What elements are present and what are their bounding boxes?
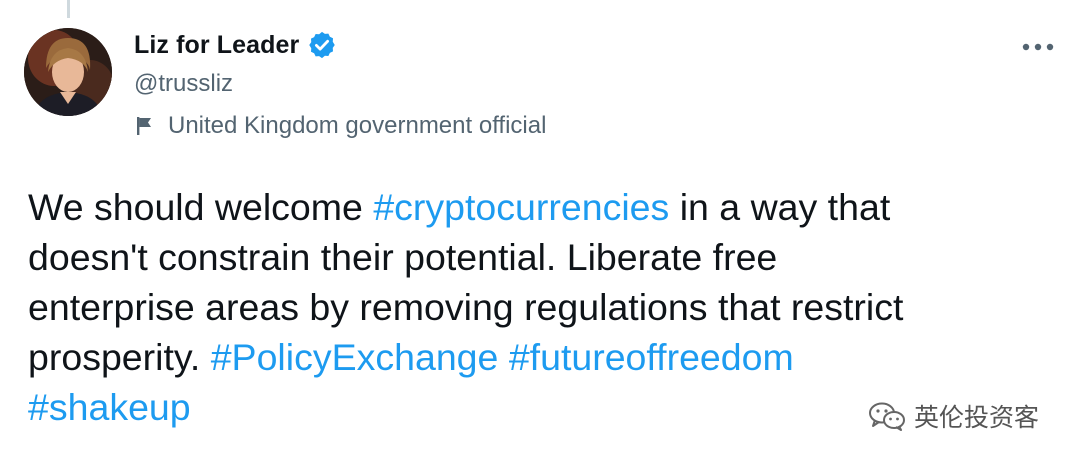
more-options-button[interactable] [1016,30,1060,64]
author-name-row: Liz for Leader [134,30,337,60]
tweet-text-segment: doesn't constrain their potential. Liber… [28,236,778,278]
tweet-text-segment: enterprise areas by removing regulations… [28,286,904,328]
tweet-text-line: prosperity. #PolicyExchange #futureoffre… [28,332,1028,382]
wechat-icon [868,401,906,431]
hashtag-link[interactable]: #shakeup [28,386,191,428]
tweet-text-segment: prosperity. [28,336,211,378]
tweet-text-line: We should welcome #cryptocurrencies in a… [28,182,1028,232]
tweet-text-segment: in a way that [669,186,891,228]
tweet-text: We should welcome #cryptocurrencies in a… [28,182,1028,432]
tweet-text-line: doesn't constrain their potential. Liber… [28,232,1028,282]
tweet-text-line: enterprise areas by removing regulations… [28,282,1028,332]
hashtag-link[interactable]: #cryptocurrencies [373,186,669,228]
more-options-icon [1022,43,1054,51]
watermark-text: 英伦投资客 [914,403,1040,432]
avatar[interactable] [24,28,112,116]
government-label: United Kingdom government official [134,112,546,140]
author-handle[interactable]: @trussliz [134,70,233,98]
watermark: 英伦投资客 [868,398,1039,434]
verified-badge-icon [307,30,337,60]
tweet-text-segment [498,336,508,378]
thread-connector-line [67,0,70,18]
government-label-text: United Kingdom government official [168,112,547,139]
author-display-name[interactable]: Liz for Leader [134,31,299,60]
flag-icon [134,115,156,137]
tweet-text-segment: We should welcome [28,186,374,228]
hashtag-link[interactable]: #PolicyExchange [211,336,499,378]
avatar-image [24,28,112,116]
hashtag-link[interactable]: #futureoffreedom [509,336,794,378]
